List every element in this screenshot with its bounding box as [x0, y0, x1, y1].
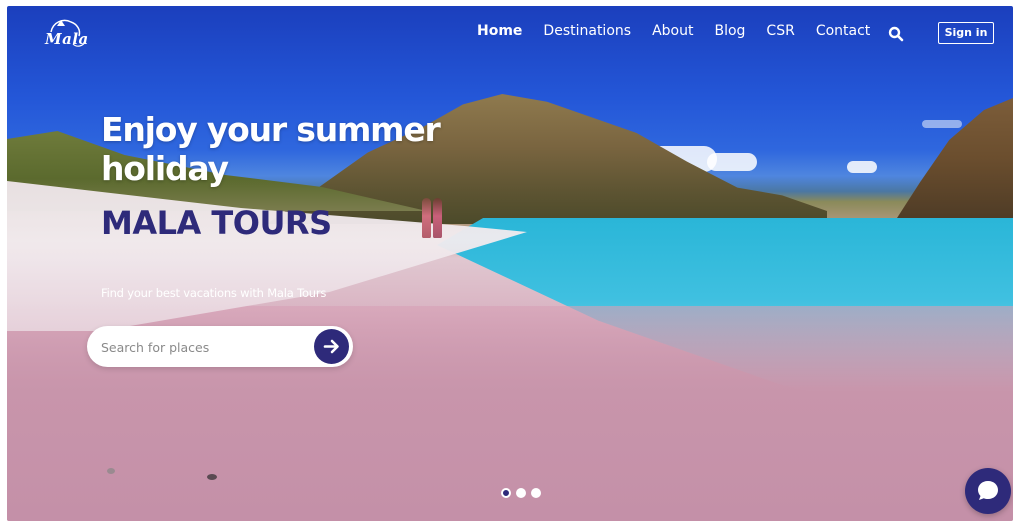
hero-brand-name: MALA TOURS	[101, 204, 332, 242]
nav-item-home[interactable]: Home	[477, 23, 522, 39]
logo-text: Mala	[45, 30, 89, 48]
nav-item-blog[interactable]: Blog	[714, 23, 745, 39]
place-search-input[interactable]	[99, 336, 303, 358]
chat-button[interactable]	[965, 468, 1011, 514]
hero-title-line-2: holiday	[101, 149, 229, 188]
pebble	[107, 468, 115, 474]
hero-title: Enjoy your summer holiday	[101, 110, 441, 188]
nav-item-destinations[interactable]: Destinations	[543, 23, 631, 39]
carousel-dot-3[interactable]	[531, 488, 541, 498]
mala-logo[interactable]: Mala	[43, 14, 89, 56]
nav-item-contact[interactable]: Contact	[816, 23, 870, 39]
beach-walkers	[420, 196, 446, 238]
chat-bubble-icon	[978, 481, 998, 500]
navbar: Mala Home Destinations About Blog CSR Co…	[7, 6, 1013, 62]
cloud-decoration	[922, 120, 962, 128]
hero-subtitle: Find your best vacations with Mala Tours	[101, 286, 327, 300]
cloud-decoration	[847, 161, 877, 173]
nav-links: Home Destinations About Blog CSR Contact	[477, 23, 891, 39]
arrow-right-icon	[323, 339, 339, 354]
search-icon[interactable]	[888, 26, 904, 42]
place-search-box	[87, 326, 353, 367]
hero-section: Mala Home Destinations About Blog CSR Co…	[7, 6, 1013, 521]
cloud-decoration	[707, 153, 757, 171]
carousel-dot-1[interactable]	[501, 488, 511, 498]
carousel-indicators	[501, 488, 541, 498]
search-submit-button[interactable]	[314, 329, 349, 364]
sign-in-button[interactable]: Sign in	[938, 22, 994, 44]
nav-item-about[interactable]: About	[652, 23, 693, 39]
carousel-dot-2[interactable]	[516, 488, 526, 498]
hero-title-line-1: Enjoy your summer	[101, 110, 441, 149]
nav-item-csr[interactable]: CSR	[766, 23, 794, 39]
pebble	[207, 474, 217, 480]
